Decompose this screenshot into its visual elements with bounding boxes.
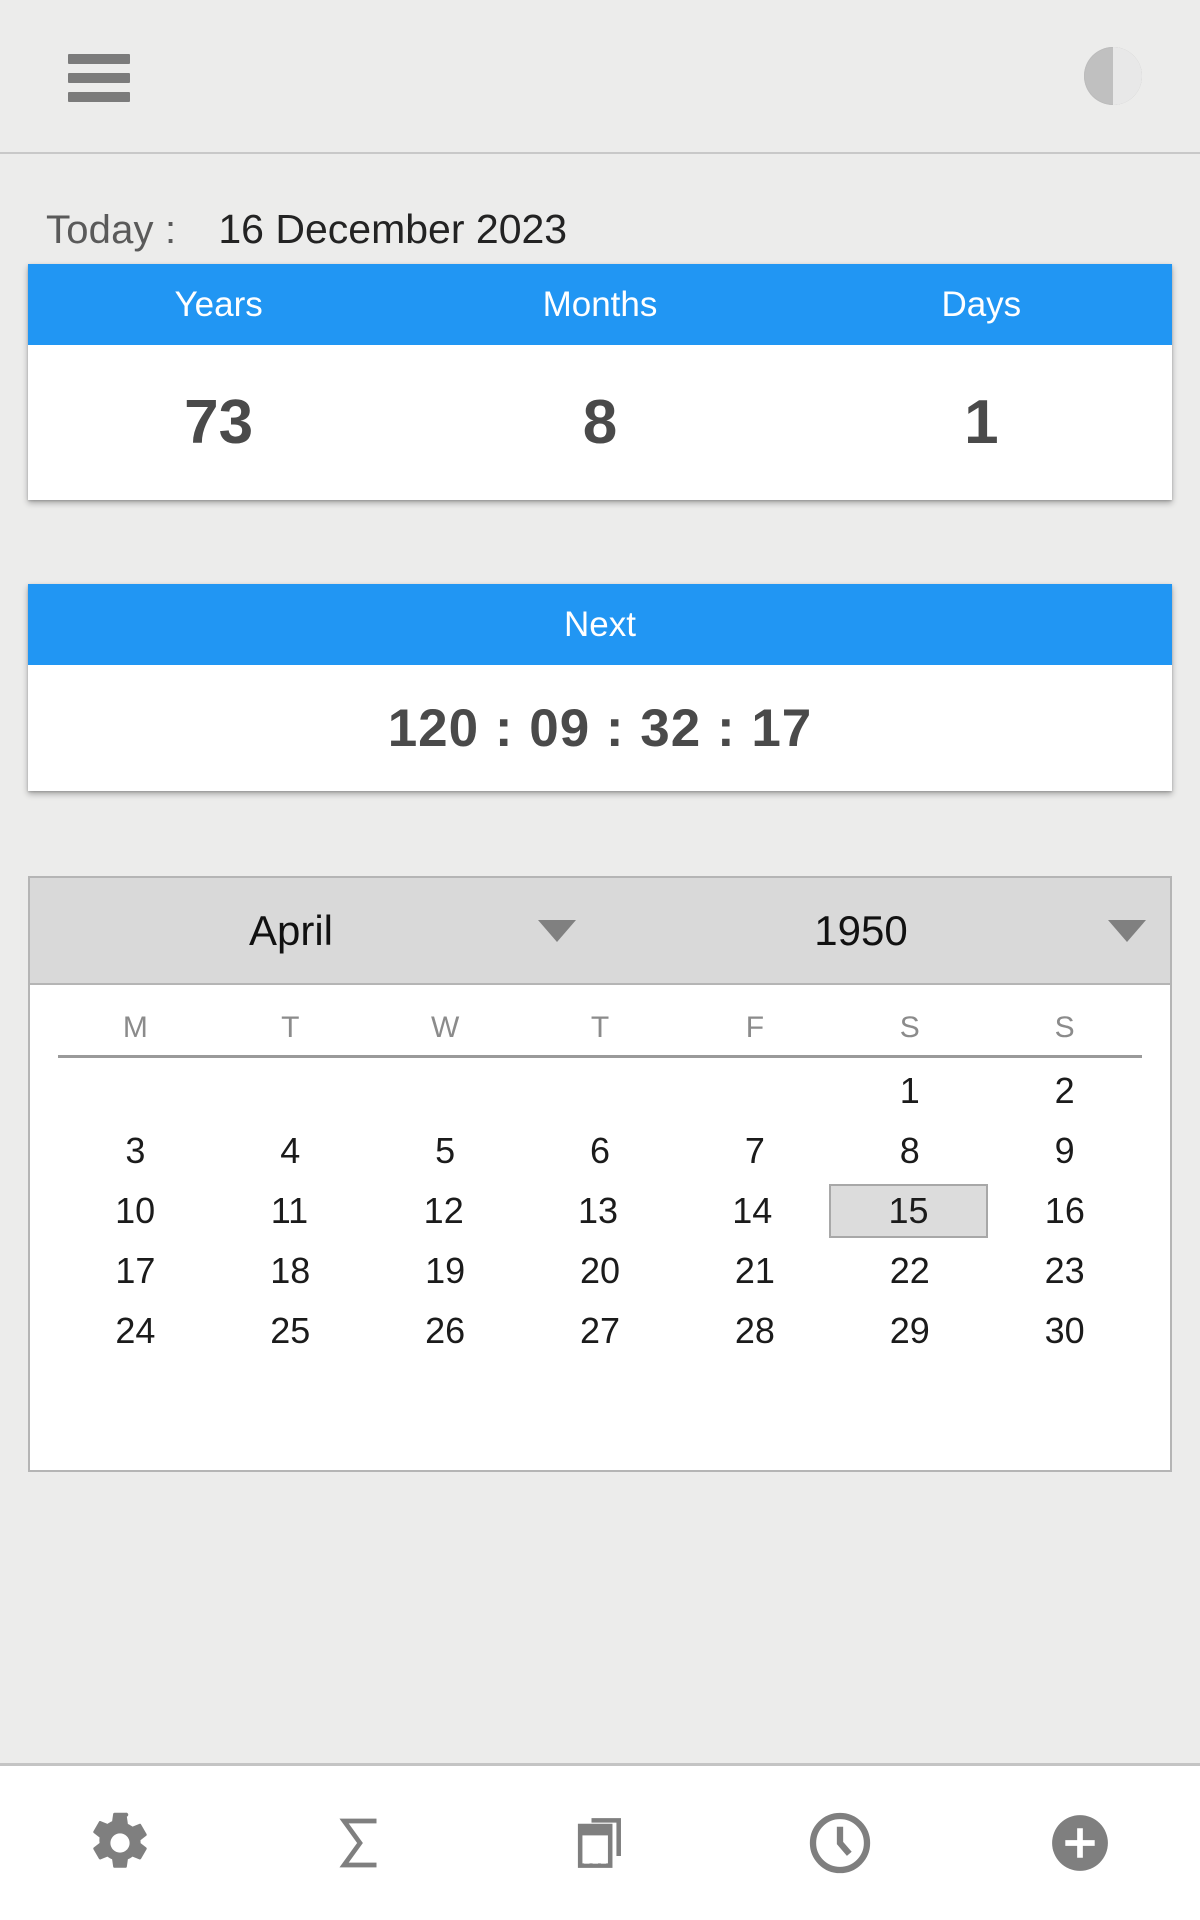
calendar-day-cell[interactable]: 16 — [988, 1184, 1142, 1238]
today-label: Today : — [46, 208, 177, 252]
calendar-day-cell[interactable]: 24 — [58, 1304, 213, 1358]
next-card-title: Next — [564, 604, 636, 644]
weekday-label: F — [745, 1011, 765, 1044]
calendar-icon — [566, 1809, 634, 1877]
calendar-day-cell[interactable]: 10 — [58, 1184, 212, 1238]
calendar-day-cell[interactable]: 27 — [523, 1304, 678, 1358]
hamburger-menu-icon[interactable] — [68, 54, 130, 102]
calendar-day-cell[interactable]: 29 — [832, 1304, 987, 1358]
age-card-body: 73 8 1 — [28, 345, 1172, 500]
calendar-day-cell[interactable]: 11 — [212, 1184, 366, 1238]
hamburger-bar — [68, 73, 130, 83]
today-date-value: 16 December 2023 — [218, 206, 568, 252]
calendar-day-cell[interactable]: 1 — [832, 1064, 987, 1118]
calendar-day-cell[interactable]: 4 — [213, 1124, 368, 1178]
calendar-day-cell[interactable]: 2 — [987, 1064, 1142, 1118]
calendar-week-row: 24 25 26 27 28 29 30 — [58, 1304, 1142, 1358]
nav-calendar-button[interactable] — [480, 1766, 720, 1920]
age-result-card: Years Months Days 73 8 1 — [28, 264, 1172, 500]
calendar-day-cell[interactable]: 3 — [58, 1124, 213, 1178]
weekday-label: S — [1054, 1011, 1075, 1044]
age-header-years: Years — [174, 284, 263, 324]
calendar-day-cell[interactable]: 13 — [521, 1184, 675, 1238]
calendar-day-cell[interactable]: 5 — [368, 1124, 523, 1178]
calendar-day-cell[interactable]: 23 — [987, 1244, 1142, 1298]
weekday-header-row: M T W T F S S — [58, 1011, 1142, 1058]
year-selector-value: 1950 — [814, 906, 908, 954]
hamburger-bar — [68, 92, 130, 102]
nav-settings-button[interactable] — [0, 1766, 240, 1920]
calendar-weeks: 1 2 3 4 5 6 7 8 9 10 11 12 13 14 15 16 17 18 19 20 21 22 23 24 2… — [58, 1064, 1142, 1418]
calendar-day-cell[interactable]: 25 — [213, 1304, 368, 1358]
calendar-day-cell[interactable]: 17 — [58, 1244, 213, 1298]
plus-circle-icon — [1044, 1807, 1116, 1879]
calendar-day-cell[interactable]: 7 — [677, 1124, 832, 1178]
countdown-timer: 120 : 09 : 32 : 17 — [387, 698, 813, 758]
sigma-icon — [327, 1810, 393, 1876]
weekday-label: W — [430, 1011, 460, 1044]
calendar-week-row: 3456789 — [58, 1124, 1142, 1178]
calendar-week-row — [58, 1364, 1142, 1418]
month-selector[interactable]: April — [30, 878, 600, 983]
calendar-day-cell[interactable]: 19 — [368, 1244, 523, 1298]
gear-icon — [87, 1810, 153, 1876]
calendar-day-cell[interactable]: 6 — [523, 1124, 678, 1178]
calendar-day-cell[interactable]: 28 — [677, 1304, 832, 1358]
calendar-day-cell[interactable]: 26 — [368, 1304, 523, 1358]
clock-icon — [804, 1807, 876, 1879]
date-picker-calendar: April 1950 M T W T F S S 1 2 3 4 5 6 7 8 9 10 11 12… — [28, 876, 1172, 1472]
half-circle-contrast-icon[interactable] — [1084, 47, 1142, 105]
calendar-week-row: 10 11 12 13 14 15 16 — [58, 1184, 1142, 1238]
age-value-years: 73 — [184, 388, 254, 457]
age-header-days: Days — [941, 284, 1022, 324]
today-row: Today : 16 December 2023 — [0, 154, 1200, 264]
calendar-grid: M T W T F S S 1 2 3 4 5 6 7 8 9 10 11 12 13 14 15 16 17 1… — [30, 985, 1170, 1470]
nav-sum-button[interactable] — [240, 1766, 480, 1920]
weekday-label: T — [281, 1011, 300, 1044]
calendar-day-cell[interactable]: 9 — [987, 1124, 1142, 1178]
calendar-day-cell[interactable]: 12 — [367, 1184, 521, 1238]
next-card-body: 120 : 09 : 32 : 17 — [28, 665, 1172, 791]
calendar-day-cell[interactable]: 18 — [213, 1244, 368, 1298]
nav-add-button[interactable] — [960, 1766, 1200, 1920]
year-selector[interactable]: 1950 — [600, 878, 1170, 983]
next-birthday-card: Next 120 : 09 : 32 : 17 — [28, 584, 1172, 791]
calendar-toolbar: April 1950 — [30, 878, 1170, 985]
hamburger-bar — [68, 54, 130, 64]
chevron-down-icon — [538, 919, 576, 942]
weekday-label: T — [590, 1011, 610, 1044]
calendar-day-cell[interactable]: 8 — [832, 1124, 987, 1178]
calendar-week-row: 12 — [58, 1064, 1142, 1118]
weekday-label: M — [122, 1011, 148, 1044]
age-value-days: 1 — [964, 388, 999, 457]
weekday-label: S — [899, 1011, 920, 1044]
calendar-day-cell[interactable]: 20 — [523, 1244, 678, 1298]
age-value-months: 8 — [582, 388, 618, 457]
age-header-months: Months — [542, 284, 658, 324]
month-selector-value: April — [248, 906, 334, 954]
nav-clock-button[interactable] — [720, 1766, 960, 1920]
age-card-header: Years Months Days — [28, 264, 1172, 345]
app-bar — [0, 0, 1200, 154]
calendar-week-row: 17 18 19 20 21 22 23 — [58, 1244, 1142, 1298]
next-card-header: Next — [28, 584, 1172, 665]
calendar-day-cell[interactable]: 30 — [987, 1304, 1142, 1358]
calendar-day-cell[interactable]: 15 — [829, 1184, 988, 1238]
calendar-day-cell[interactable]: 22 — [832, 1244, 987, 1298]
chevron-down-icon — [1108, 919, 1146, 942]
bottom-navigation-bar — [0, 1763, 1200, 1920]
calendar-day-cell[interactable]: 21 — [677, 1244, 832, 1298]
calendar-day-cell[interactable]: 14 — [675, 1184, 829, 1238]
